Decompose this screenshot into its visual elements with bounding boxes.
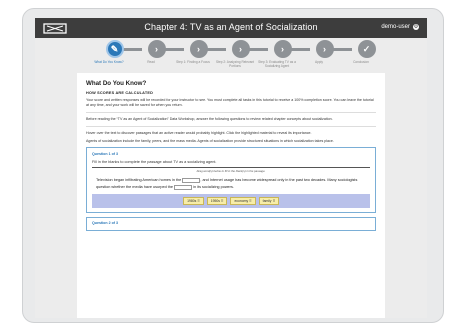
word-chip[interactable]: 1950s ⠿ [206,197,228,205]
drag-handle-icon: ⠿ [220,199,224,203]
settings-icon[interactable]: ⚙ [413,24,419,30]
word-chip[interactable]: family ⠿ [258,197,279,205]
step-label: Conclusion [353,60,369,64]
chip-label: 1950s [210,199,220,203]
word-chip[interactable]: 1980s ⠿ [183,197,204,205]
passage-text: Television began infiltrating American h… [96,178,183,182]
step-what-do-you-know[interactable]: ✎ What Do You Know? [94,40,129,64]
divider [86,126,376,127]
page: Chapter 4: TV as an Agent of Socializati… [0,0,449,332]
blank-slot-2[interactable] [174,184,193,190]
divider [86,112,376,113]
chip-label: economy [234,199,249,203]
step-evaluating[interactable]: › Step 3: Evaluating TV as a Socializing… [258,40,297,68]
drag-handle-icon: ⠿ [249,199,252,203]
page-title: What Do You Know? [86,80,147,87]
chapter-title: Chapter 4: TV as an Agent of Socializati… [144,22,318,32]
hover-instructions: Hover over the text to discover passages… [86,131,312,135]
step-label: Step 1: Finding a Focus [176,60,210,64]
step-label: Step 3: Evaluating TV as a Socializing A… [258,60,296,68]
blank-slot-1[interactable] [182,177,201,183]
chip-label: family [262,199,272,203]
passage-text: in its socializing powers. [192,185,234,189]
step-label: Step 2: Analyzing Relevant Portions [215,60,255,68]
step-conclusion[interactable]: ✓ Conclusion [352,40,381,64]
step-label: What Do You Know? [94,60,124,64]
question-header: Question 1 of 3 [92,152,118,156]
question-1: Question 1 of 3 Fill in the blanks to co… [86,147,376,213]
pencil-icon: ✎ [105,40,124,58]
step-apply[interactable]: › Apply [310,40,339,64]
arrow-right-icon: › [231,40,250,58]
question-prompt: Fill in the blanks to complete the passa… [92,160,217,164]
progress-steps: ✎ What Do You Know? › Read › Step 1: Fin… [35,38,427,72]
user-name: demo-user [381,24,410,30]
word-chip[interactable]: economy ⠿ [230,197,256,205]
question-2: Question 2 of 3 [86,217,376,231]
drag-hint: Drag word(s) below to fill in the blank(… [92,167,370,173]
step-finding-focus[interactable]: › Step 1: Finding a Focus [176,40,213,64]
app-screen: Chapter 4: TV as an Agent of Socializati… [35,18,427,318]
drag-handle-icon: ⠿ [197,199,200,203]
main-content: What Do You Know? HOW SCORES ARE CALCULA… [77,73,385,318]
step-label: Read [147,60,155,64]
scoring-text: Your score and written responses will be… [86,98,374,107]
question-header: Question 2 of 3 [92,221,118,225]
step-label: Apply [315,60,323,64]
check-icon: ✓ [357,40,376,58]
arrow-right-icon: › [147,40,166,58]
chip-label: 1980s [187,199,197,203]
step-analyzing[interactable]: › Step 2: Analyzing Relevant Portions [216,40,255,68]
fill-blank-passage: Television began infiltrating American h… [92,177,370,191]
arrow-right-icon: › [189,40,208,58]
word-bank: 1980s ⠿ 1950s ⠿ economy ⠿ family ⠿ [92,194,370,208]
instructions-text: Before reading the “TV as an Agent of So… [86,117,333,121]
highlightable-passage[interactable]: Agents of socialization include the fami… [86,139,376,144]
arrow-right-icon: › [273,40,292,58]
drag-handle-icon: ⠿ [272,199,275,203]
arrow-right-icon: › [315,40,334,58]
user-menu[interactable]: demo-user ⚙ [381,24,419,30]
step-read[interactable]: › Read [142,40,171,64]
top-bar: Chapter 4: TV as an Agent of Socializati… [35,18,427,38]
section-heading: HOW SCORES ARE CALCULATED [86,91,154,95]
